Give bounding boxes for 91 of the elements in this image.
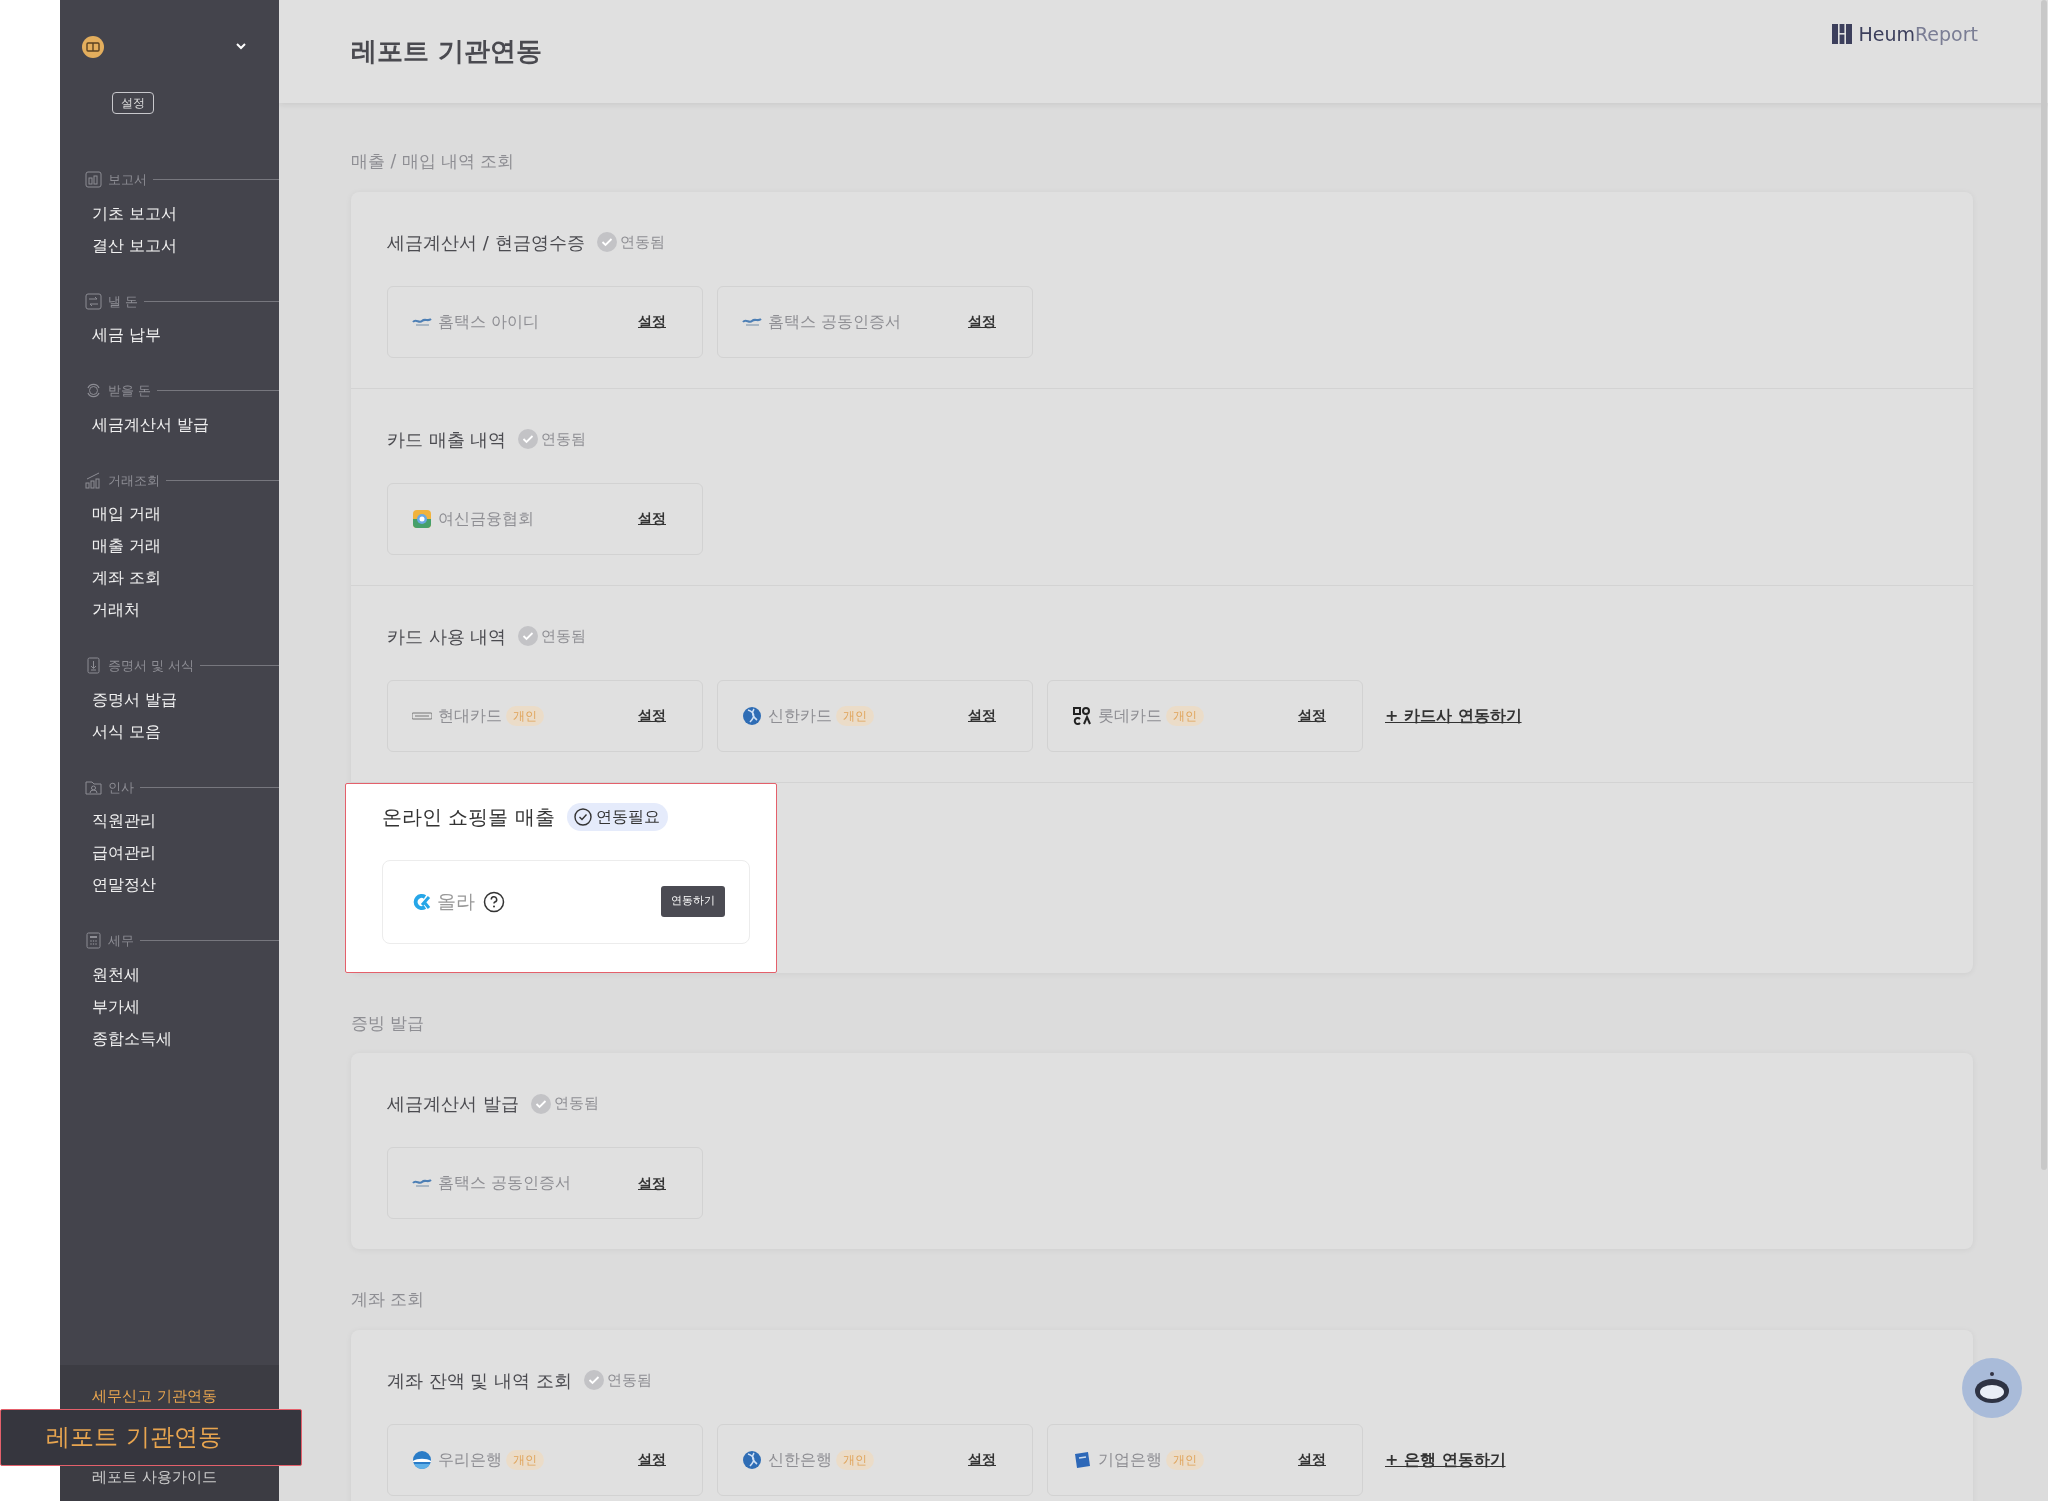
status-label: 연동됨 [518, 624, 587, 648]
group-title: 카드 사용 내역 [387, 624, 507, 649]
service-name: 홈택스 공동인증서 [768, 310, 902, 333]
status-label: 연동됨 [583, 1368, 652, 1392]
settings-link[interactable]: 설정 [1298, 705, 1326, 726]
settings-link[interactable]: 설정 [638, 1172, 666, 1194]
section-title: 계좌 조회 [351, 1288, 426, 1311]
service-name: 신한은행 [768, 1448, 832, 1471]
add-link[interactable]: + 은행 연동하기 [1385, 1447, 1506, 1472]
group-title: 온라인 쇼핑몰 매출 [382, 803, 555, 831]
logo-text: HeumReport [1858, 21, 1978, 47]
person-folder-icon [85, 778, 102, 796]
section-heading: 세무 [108, 932, 134, 950]
settings-link[interactable]: 설정 [638, 705, 666, 726]
growth-chart-icon [85, 471, 102, 489]
sidebar-link[interactable]: 레포트 사용가이드 [60, 1466, 279, 1488]
settings-link[interactable]: 설정 [1298, 1449, 1326, 1470]
settings-link[interactable]: 설정 [968, 1449, 996, 1470]
sidebar-item[interactable]: 결산 보고서 [60, 229, 279, 262]
personal-tag: 개인 [836, 1449, 874, 1470]
service-name: 롯데카드 [1098, 704, 1162, 727]
page-title: 레포트 기관연동 [351, 35, 543, 68]
sidebar-item[interactable]: 부가세 [60, 990, 279, 1023]
section-heading: 낼 돈 [108, 292, 139, 311]
sidebar-item[interactable]: 서식 모음 [60, 715, 279, 748]
sidebar-item[interactable]: 연말정산 [60, 869, 279, 901]
settings-link[interactable]: 설정 [638, 1449, 666, 1470]
sidebar-item[interactable]: 매입 거래 [60, 498, 279, 530]
sidebar-item[interactable]: 종합소득세 [60, 1022, 279, 1055]
settings-link[interactable]: 설정 [638, 311, 666, 332]
section-heading: 증명서 및 서식 [108, 657, 195, 675]
section-heading: 보고서 [108, 171, 147, 189]
robot-icon [1972, 1371, 2012, 1405]
settings-link[interactable]: 설정 [968, 311, 996, 332]
half-circle-icon [412, 1449, 432, 1470]
sidebar-item[interactable]: 계좌 조회 [60, 562, 279, 594]
sidebar-item[interactable]: 거래처 [60, 594, 279, 626]
status-label: 연동됨 [596, 230, 665, 254]
sidebar-item[interactable]: 급여관리 [60, 837, 279, 869]
globe-icon [742, 705, 762, 726]
scrollbar[interactable] [2041, 0, 2047, 1170]
personal-tag: 개인 [506, 705, 544, 726]
section-title: 증빙 발급 [351, 1011, 426, 1035]
personal-tag: 개인 [1166, 1449, 1204, 1470]
service-name: 현대카드 [438, 704, 502, 727]
sidebar-item[interactable]: 기초 보고서 [60, 197, 279, 230]
personal-tag: 개인 [836, 705, 874, 726]
colorful-square-icon [412, 508, 432, 529]
swirl-icon [411, 891, 431, 912]
chatbot-button[interactable] [1962, 1358, 2022, 1418]
chart-icon [85, 171, 102, 189]
connect-button[interactable]: 연동하기 [661, 886, 725, 917]
transfer-icon [85, 292, 102, 310]
sidebar-link[interactable]: 레포트 기관연동 [0, 1409, 302, 1466]
settings-link[interactable]: 설정 [968, 705, 996, 726]
service-name: 여신금융협회 [438, 507, 534, 530]
settings-link[interactable]: 설정 [638, 508, 666, 529]
service-name: 올라 [437, 889, 475, 915]
grid-mark-icon [1072, 705, 1092, 726]
sidebar-item[interactable]: 증명서 발급 [60, 683, 279, 716]
service-name: 홈택스 공동인증서 [438, 1172, 572, 1194]
add-link[interactable]: + 카드사 연동하기 [1385, 703, 1522, 728]
sidebar-item[interactable]: 세금 납부 [60, 319, 279, 351]
globe-icon [742, 1449, 762, 1470]
section-title: 매출 / 매입 내역 조회 [351, 150, 516, 173]
status-label: 연동됨 [518, 427, 587, 451]
service-name: 우리은행 [438, 1448, 502, 1471]
service-name: 홈택스 아이디 [438, 310, 540, 333]
section-heading: 거래조회 [108, 471, 160, 490]
service-name: 기업은행 [1098, 1448, 1162, 1471]
status-label: 연동필요 [566, 802, 668, 831]
sidebar-link[interactable]: 세무신고 기관연동 [60, 1383, 279, 1409]
personal-tag: 개인 [506, 1449, 544, 1470]
book-icon [82, 35, 104, 58]
section-heading: 받을 돈 [108, 382, 152, 400]
calculator-icon [85, 932, 102, 950]
sidebar-item[interactable]: 매출 거래 [60, 530, 279, 562]
settings-button[interactable]: 설정 [112, 92, 154, 114]
personal-tag: 개인 [1166, 705, 1204, 726]
sidebar-item[interactable]: 세금계산서 발급 [60, 408, 279, 441]
group-title: 계좌 잔액 및 내역 조회 [387, 1368, 572, 1393]
service-name: 신한카드 [768, 704, 832, 727]
group-title: 카드 매출 내역 [387, 427, 507, 452]
group-title: 세금계산서 / 현금영수증 [387, 230, 585, 255]
document-download-icon [85, 657, 102, 675]
logo-icon [1832, 24, 1853, 44]
section-heading: 인사 [108, 778, 134, 797]
group-title: 세금계산서 발급 [387, 1092, 519, 1116]
sidebar-item[interactable]: 직원관리 [60, 805, 279, 837]
sidebar-item[interactable]: 원천세 [60, 958, 279, 991]
status-label: 연동됨 [530, 1092, 599, 1115]
